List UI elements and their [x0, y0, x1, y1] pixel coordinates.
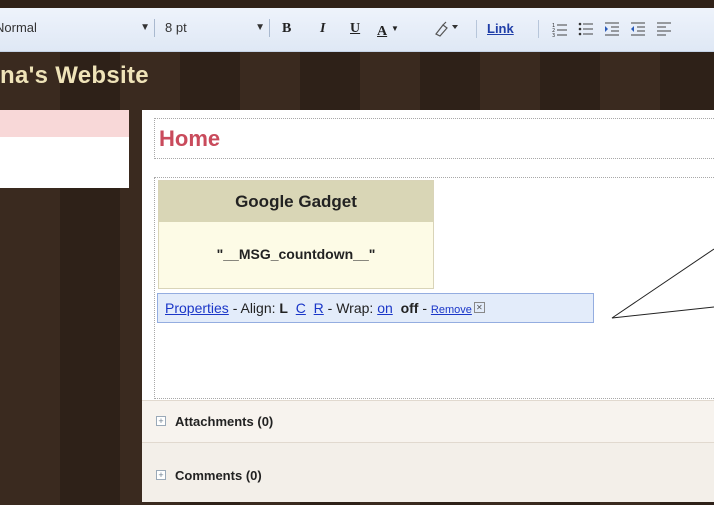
align-center-link[interactable]: C	[296, 300, 306, 316]
align-label: - Align:	[228, 300, 280, 316]
svg-text:3: 3	[552, 33, 555, 37]
attachments-header: Attachments (0)	[175, 414, 273, 429]
expand-plus-icon[interactable]: +	[156, 416, 166, 426]
page-title: Home	[159, 126, 221, 151]
dash-separator: -	[418, 300, 431, 316]
align-right-link[interactable]: R	[314, 300, 324, 316]
attachments-label: Attachments	[175, 414, 254, 429]
underline-button[interactable]: U	[350, 20, 360, 38]
comments-header: Comments (0)	[175, 468, 262, 483]
highlight-icon	[435, 21, 458, 37]
attachments-section[interactable]: + Attachments (0)	[142, 400, 714, 442]
gadget-header: Google Gadget	[159, 181, 433, 222]
numbered-list-button[interactable]: 1 2 3	[552, 21, 568, 42]
chevron-down-icon: ▼	[391, 24, 399, 33]
wrap-on-link[interactable]: on	[377, 300, 393, 316]
outdent-button[interactable]	[630, 21, 646, 42]
attachments-count: (0)	[257, 414, 274, 429]
bullet-list-button[interactable]	[578, 21, 594, 42]
indent-icon	[605, 22, 619, 36]
font-size-value: 8 pt	[165, 20, 187, 35]
bullet-list-icon	[578, 22, 593, 36]
toolbar-divider	[538, 20, 539, 38]
font-size-select[interactable]: 8 pt ▼	[160, 19, 270, 37]
align-left-icon	[657, 22, 671, 36]
gadget-properties-bar: Properties - Align: L C R - Wrap: on off…	[157, 293, 594, 323]
expand-plus-icon[interactable]: +	[156, 470, 166, 480]
highlight-color-button[interactable]	[434, 21, 460, 42]
bold-button[interactable]: B	[282, 20, 291, 38]
close-icon[interactable]: ✕	[473, 302, 485, 313]
sidebar-item-selected[interactable]	[0, 110, 129, 137]
comments-label: Comments	[175, 468, 243, 483]
align-left-button[interactable]	[656, 21, 672, 42]
properties-link[interactable]: Properties	[165, 300, 229, 316]
comments-count: (0)	[245, 468, 262, 483]
outdent-icon	[631, 22, 645, 36]
paragraph-style-value: Normal	[0, 20, 37, 35]
editor-toolbar: Normal ▼ 8 pt ▼ B I U A ▼ Link 1 2 3	[0, 8, 714, 52]
site-title: na's Website	[0, 62, 149, 89]
google-gadget[interactable]: Google Gadget "__MSG_countdown__"	[158, 180, 434, 289]
wrap-off-current: off	[400, 300, 419, 316]
gadget-message: "__MSG_countdown__"	[216, 246, 376, 262]
remove-link[interactable]: Remove	[431, 304, 472, 316]
text-color-button[interactable]: A ▼	[377, 20, 399, 41]
insert-link-button[interactable]: Link	[487, 20, 514, 38]
chevron-down-icon: ▼	[255, 22, 265, 33]
page-title-field[interactable]: Home	[154, 118, 714, 159]
comments-section[interactable]: + Comments (0)	[142, 442, 714, 502]
paragraph-style-select[interactable]: Normal ▼	[0, 19, 155, 37]
text-color-label: A	[377, 24, 388, 39]
callout-pointer	[611, 248, 714, 319]
numbered-list-icon: 1 2 3	[552, 23, 567, 39]
toolbar-divider	[476, 20, 477, 38]
wrap-label: - Wrap:	[323, 300, 378, 316]
chevron-down-icon: ▼	[140, 22, 150, 33]
sidebar-nav	[0, 110, 129, 188]
align-left-current: L	[279, 300, 288, 316]
indent-button[interactable]	[604, 21, 620, 42]
italic-button[interactable]: I	[320, 20, 325, 38]
